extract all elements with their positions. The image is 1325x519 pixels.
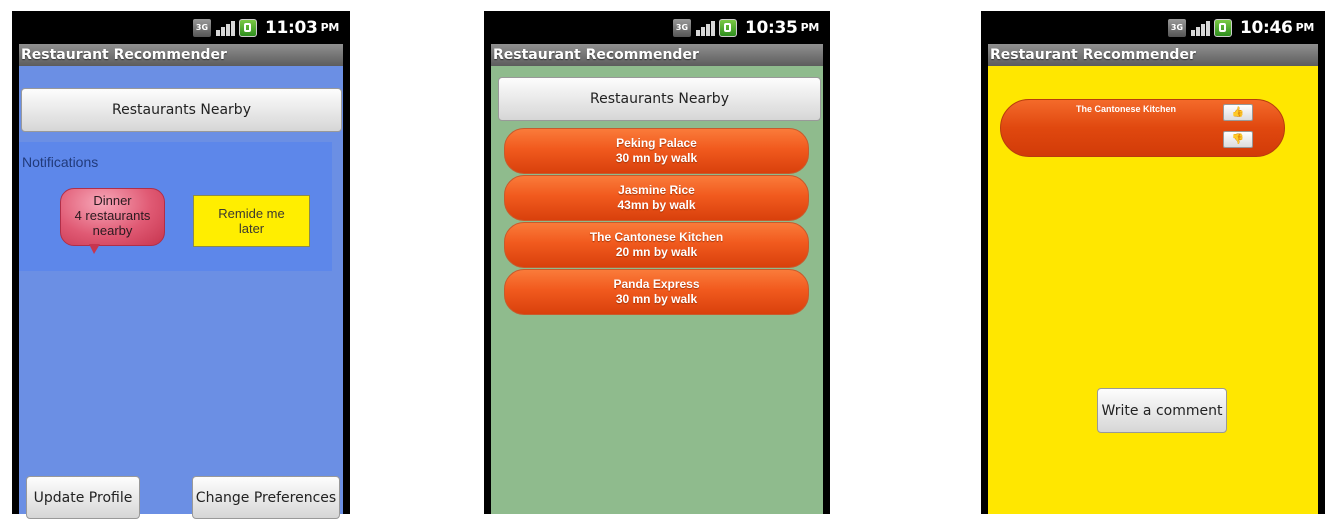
thumbs-up-icon: 👍 xyxy=(1231,107,1245,118)
status-ampm: PM xyxy=(1295,21,1315,34)
bubble-line: Dinner xyxy=(93,193,132,208)
battery-icon xyxy=(718,18,737,37)
restaurant-item-panda-express[interactable]: Panda Express 30 mn by walk xyxy=(504,269,809,315)
thumbs-down-icon: 👎 xyxy=(1231,134,1245,145)
restaurant-distance: 20 mn by walk xyxy=(615,245,698,259)
battery-icon xyxy=(238,18,257,37)
signal-icon xyxy=(695,19,715,37)
restaurant-item-peking-palace[interactable]: Peking Palace 30 mn by walk xyxy=(504,128,809,174)
restaurants-nearby-button[interactable]: Restaurants Nearby xyxy=(21,88,342,132)
screen-content: Restaurants Nearby Peking Palace 30 mn b… xyxy=(491,66,823,514)
notifications-label: Notifications xyxy=(22,154,99,170)
phone-screen-restaurant-detail: 3G 10:46 PM Restaurant Recommender The C… xyxy=(981,11,1325,514)
restaurants-nearby-button[interactable]: Restaurants Nearby xyxy=(498,77,821,121)
phone-screen-notifications: 3G 11:03 PM Restaurant Recommender Resta… xyxy=(12,11,350,519)
remind-line: later xyxy=(238,221,265,236)
restaurant-distance: 30 mn by walk xyxy=(615,151,698,165)
signal-icon xyxy=(1190,19,1210,37)
restaurant-distance: 30 mn by walk xyxy=(615,292,698,306)
thumbs-up-button[interactable]: 👍 xyxy=(1223,104,1253,121)
restaurant-card: The Cantonese Kitchen 👍 👎 xyxy=(1000,99,1285,157)
thumbs-down-button[interactable]: 👎 xyxy=(1223,131,1253,148)
3g-icon: 3G xyxy=(1167,18,1186,37)
status-bar: 3G 10:35 PM xyxy=(491,11,823,44)
status-ampm: PM xyxy=(320,21,340,34)
notifications-panel: Notifications Dinner 4 restaurants nearb… xyxy=(19,142,332,271)
remind-line: Remide me xyxy=(218,206,285,221)
status-time: 11:03 xyxy=(264,17,318,38)
update-profile-button[interactable]: Update Profile xyxy=(26,476,140,519)
bubble-line: nearby xyxy=(92,223,133,238)
status-bar: 3G 11:03 PM xyxy=(19,11,343,44)
dinner-notification-bubble[interactable]: Dinner 4 restaurants nearby xyxy=(60,188,165,254)
change-preferences-button[interactable]: Change Preferences xyxy=(192,476,340,519)
restaurant-list: Peking Palace 30 mn by walk Jasmine Rice… xyxy=(504,128,809,316)
app-title: Restaurant Recommender xyxy=(988,44,1318,66)
status-time: 10:35 xyxy=(744,17,798,38)
status-bar: 3G 10:46 PM xyxy=(988,11,1318,44)
restaurant-item-cantonese-kitchen[interactable]: The Cantonese Kitchen 20 mn by walk xyxy=(504,222,809,268)
restaurant-name: The Cantonese Kitchen xyxy=(1076,104,1177,114)
app-title: Restaurant Recommender xyxy=(491,44,823,66)
status-ampm: PM xyxy=(800,21,820,34)
status-time: 10:46 xyxy=(1239,17,1293,38)
3g-icon: 3G xyxy=(672,18,691,37)
phone-screen-nearby-list: 3G 10:35 PM Restaurant Recommender Resta… xyxy=(484,11,830,514)
screen-content: Restaurants Nearby Notifications Dinner … xyxy=(19,66,343,519)
restaurant-name: The Cantonese Kitchen xyxy=(589,230,724,244)
write-comment-button[interactable]: Write a comment xyxy=(1097,388,1227,433)
battery-icon xyxy=(1213,18,1232,37)
restaurant-distance: 43mn by walk xyxy=(617,198,696,212)
restaurant-name: Peking Palace xyxy=(616,136,697,150)
screen-content: The Cantonese Kitchen 👍 👎 Write a commen… xyxy=(988,66,1318,514)
restaurant-name: Panda Express xyxy=(613,277,700,291)
bubble-line: 4 restaurants xyxy=(74,208,151,223)
restaurant-name: Jasmine Rice xyxy=(618,183,695,197)
app-title: Restaurant Recommender xyxy=(19,44,343,66)
remind-me-later-button[interactable]: Remide me later xyxy=(193,195,310,247)
3g-icon: 3G xyxy=(192,18,211,37)
restaurant-item-jasmine-rice[interactable]: Jasmine Rice 43mn by walk xyxy=(504,175,809,221)
signal-icon xyxy=(215,19,235,37)
